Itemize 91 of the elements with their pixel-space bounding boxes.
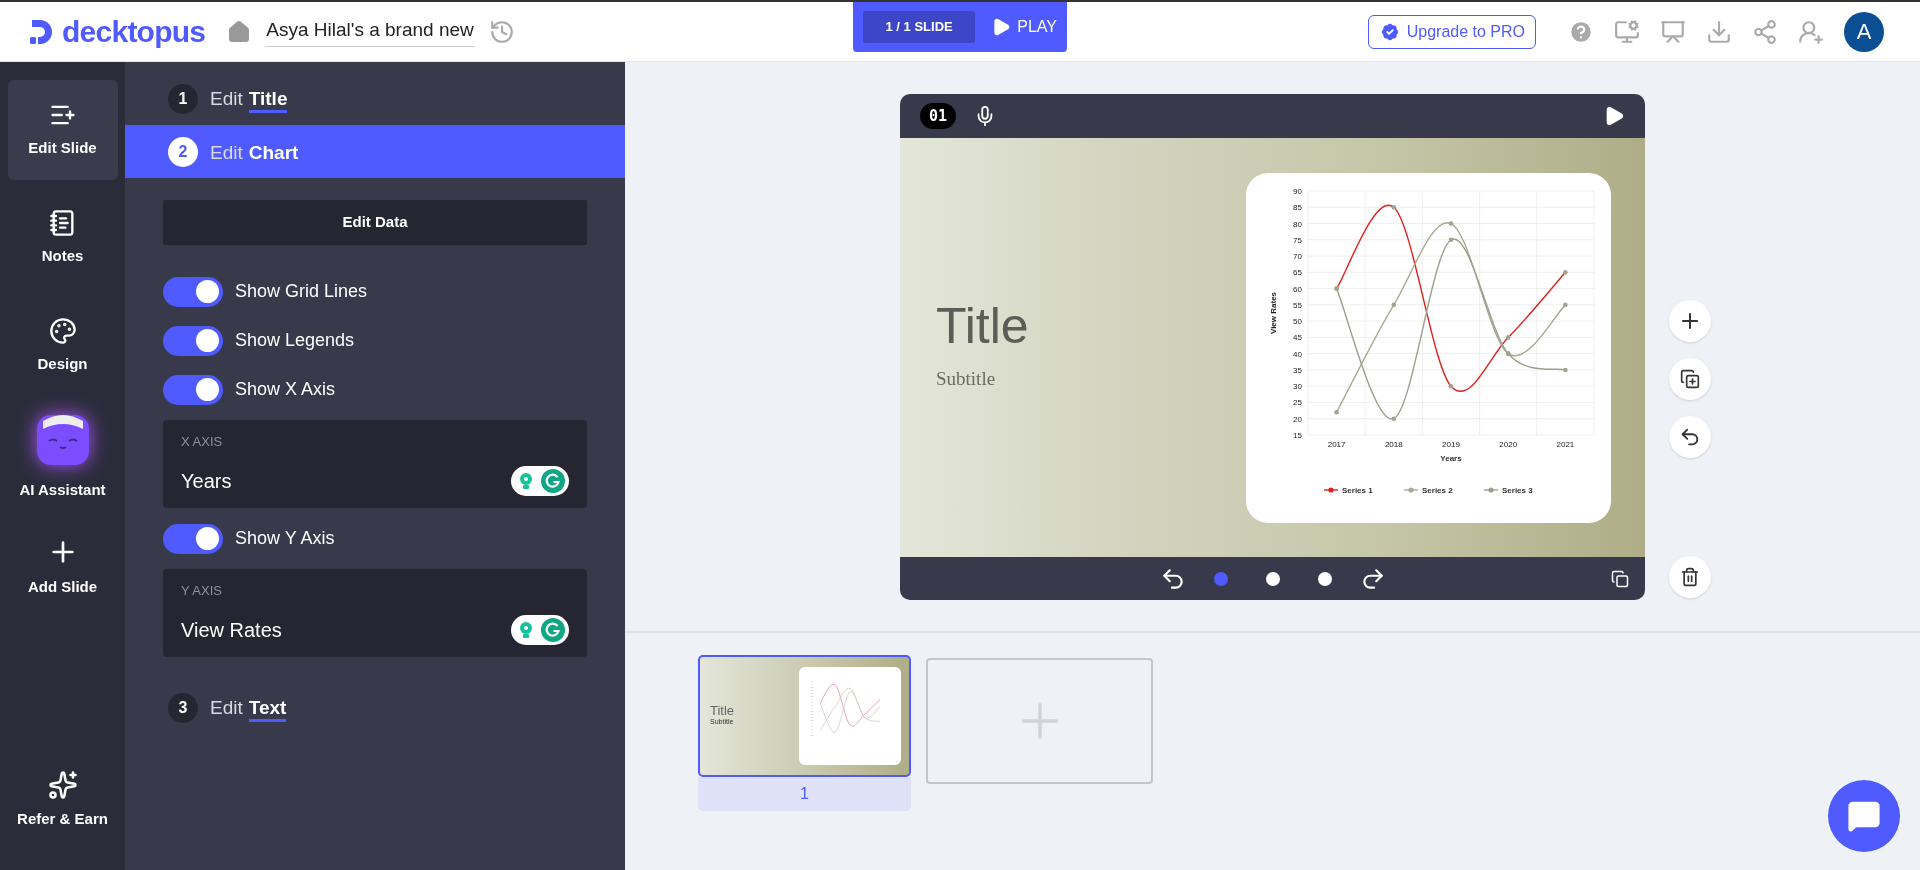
field-value: Years <box>181 469 232 494</box>
step-verb: Edit <box>210 142 243 164</box>
palette-icon <box>48 316 77 345</box>
home-icon[interactable] <box>227 19 252 44</box>
y-tick-label: 80 <box>1293 219 1302 229</box>
check-badge-icon <box>1378 20 1401 43</box>
chart-card[interactable]: 15 20 25 30 35 40 45 50 55 60 65 70 75 80 85 90 View Rates 2017 2018 2019 2020 2021 Years Series 1 Series 2 Series 3 <box>1246 172 1611 523</box>
logo-text: decktopus <box>62 14 206 50</box>
slide-counter: 1 / 1 SLIDE <box>863 11 976 43</box>
step-noun: Title <box>248 87 288 113</box>
field-label: X AXIS <box>181 433 224 451</box>
delete-button[interactable] <box>1669 556 1711 598</box>
play-button[interactable]: PLAY <box>991 15 1057 39</box>
step-row[interactable]: 2 Edit Chart <box>125 125 625 178</box>
duplicate-button[interactable] <box>1669 358 1711 400</box>
y-tick-label: 85 <box>1293 202 1302 212</box>
y-tick-label: 25 <box>1293 397 1302 407</box>
toggle-label: Show Y Axis <box>235 527 335 550</box>
sparkles-icon <box>47 769 78 800</box>
x-tick-label: 2018 <box>1384 439 1403 449</box>
legend-label: Series 3 <box>1502 485 1533 495</box>
y-tick-label: 40 <box>1293 349 1302 359</box>
y-tick-label: 70 <box>1293 251 1302 261</box>
x-tick-label: 2021 <box>1556 439 1575 449</box>
toggle-switch[interactable] <box>163 374 223 405</box>
toggle-switch[interactable] <box>163 325 223 356</box>
step-noun: Text <box>248 696 287 722</box>
slide-number: 01 <box>920 102 957 130</box>
legend-marker-icon <box>1403 486 1419 493</box>
thumbnail-number: 1 <box>698 777 911 811</box>
step-number: 3 <box>168 692 198 723</box>
y-tick-label: 90 <box>1293 186 1302 196</box>
y-tick-label: 65 <box>1293 267 1302 277</box>
axis-input-field[interactable]: Y AXIS View Rates <box>163 569 587 657</box>
sidebar-item[interactable]: Notes <box>7 188 118 288</box>
x-tick-label: 2019 <box>1442 439 1460 449</box>
y-tick-label: 60 <box>1293 284 1302 294</box>
y-axis-title: View Rates <box>1269 291 1278 334</box>
legend-label: Series 1 <box>1342 485 1373 495</box>
toggle-switch[interactable] <box>163 523 223 554</box>
step-row[interactable]: 1 Edit Title <box>125 72 625 125</box>
play-icon <box>991 17 1012 37</box>
toggle-label: Show Legends <box>235 329 355 352</box>
sidebar-item[interactable]: Edit Slide <box>7 80 118 180</box>
legend-marker-icon <box>1323 486 1339 493</box>
legend-label: Series 2 <box>1422 485 1453 495</box>
duplicate-icon <box>1680 369 1700 389</box>
field-value: View Rates <box>181 618 282 643</box>
x-tick-label: 2020 <box>1499 439 1518 449</box>
legend-marker-icon <box>1483 486 1499 493</box>
sidebar-item[interactable]: Design <box>7 296 118 396</box>
axis-input-field[interactable]: X AXIS Years <box>163 420 587 508</box>
y-tick-label: 30 <box>1293 381 1302 391</box>
y-tick-label: 15 <box>1293 430 1302 440</box>
sidebar-item[interactable]: AI Assistant <box>7 404 118 509</box>
sidebar-item[interactable]: Add Slide <box>7 517 118 617</box>
y-tick-label: 35 <box>1293 365 1302 375</box>
step-noun: Chart <box>248 142 299 164</box>
toggle-label: Show X Axis <box>235 378 336 401</box>
sidebar-item[interactable]: Refer & Earn <box>7 750 118 850</box>
slide-title[interactable]: Title <box>936 301 1029 352</box>
notes-icon <box>48 208 77 237</box>
thumbnail-title: Title <box>710 704 735 718</box>
step-row[interactable]: 3 Edit Text <box>125 681 625 734</box>
y-tick-label: 20 <box>1293 414 1302 424</box>
toggle-switch[interactable] <box>163 276 223 307</box>
step-number: 2 <box>168 136 198 167</box>
y-tick-label: 50 <box>1293 316 1302 326</box>
chat-icon <box>1847 799 1881 833</box>
user-avatar[interactable]: A <box>1844 11 1884 52</box>
step-number: 1 <box>168 83 198 114</box>
y-tick-label: 55 <box>1293 300 1302 310</box>
field-label: Y AXIS <box>181 582 223 600</box>
edit-data-button[interactable]: Edit Data <box>163 200 587 245</box>
grammar-assistant-icon <box>511 615 569 645</box>
toggle-label: Show Grid Lines <box>235 280 368 303</box>
add-element-button[interactable] <box>1669 300 1711 342</box>
upgrade-button[interactable]: Upgrade to PRO <box>1367 14 1536 49</box>
title-field[interactable]: Asya Hilal's a brand new <box>265 15 475 48</box>
grammar-assistant-icon <box>511 466 569 496</box>
step-verb: Edit <box>210 696 243 719</box>
y-tick-label: 45 <box>1293 332 1302 342</box>
undo-icon <box>1679 426 1701 448</box>
x-tick-label: 2017 <box>1327 439 1346 449</box>
y-tick-label: 75 <box>1293 235 1302 245</box>
x-axis-title: Years <box>1440 453 1462 463</box>
step-verb: Edit <box>210 87 243 110</box>
copy-icon[interactable] <box>1611 569 1629 588</box>
undo-button[interactable] <box>1669 416 1711 458</box>
trash-icon <box>1680 567 1700 587</box>
slide-subtitle[interactable]: Subtitle <box>936 365 1029 394</box>
